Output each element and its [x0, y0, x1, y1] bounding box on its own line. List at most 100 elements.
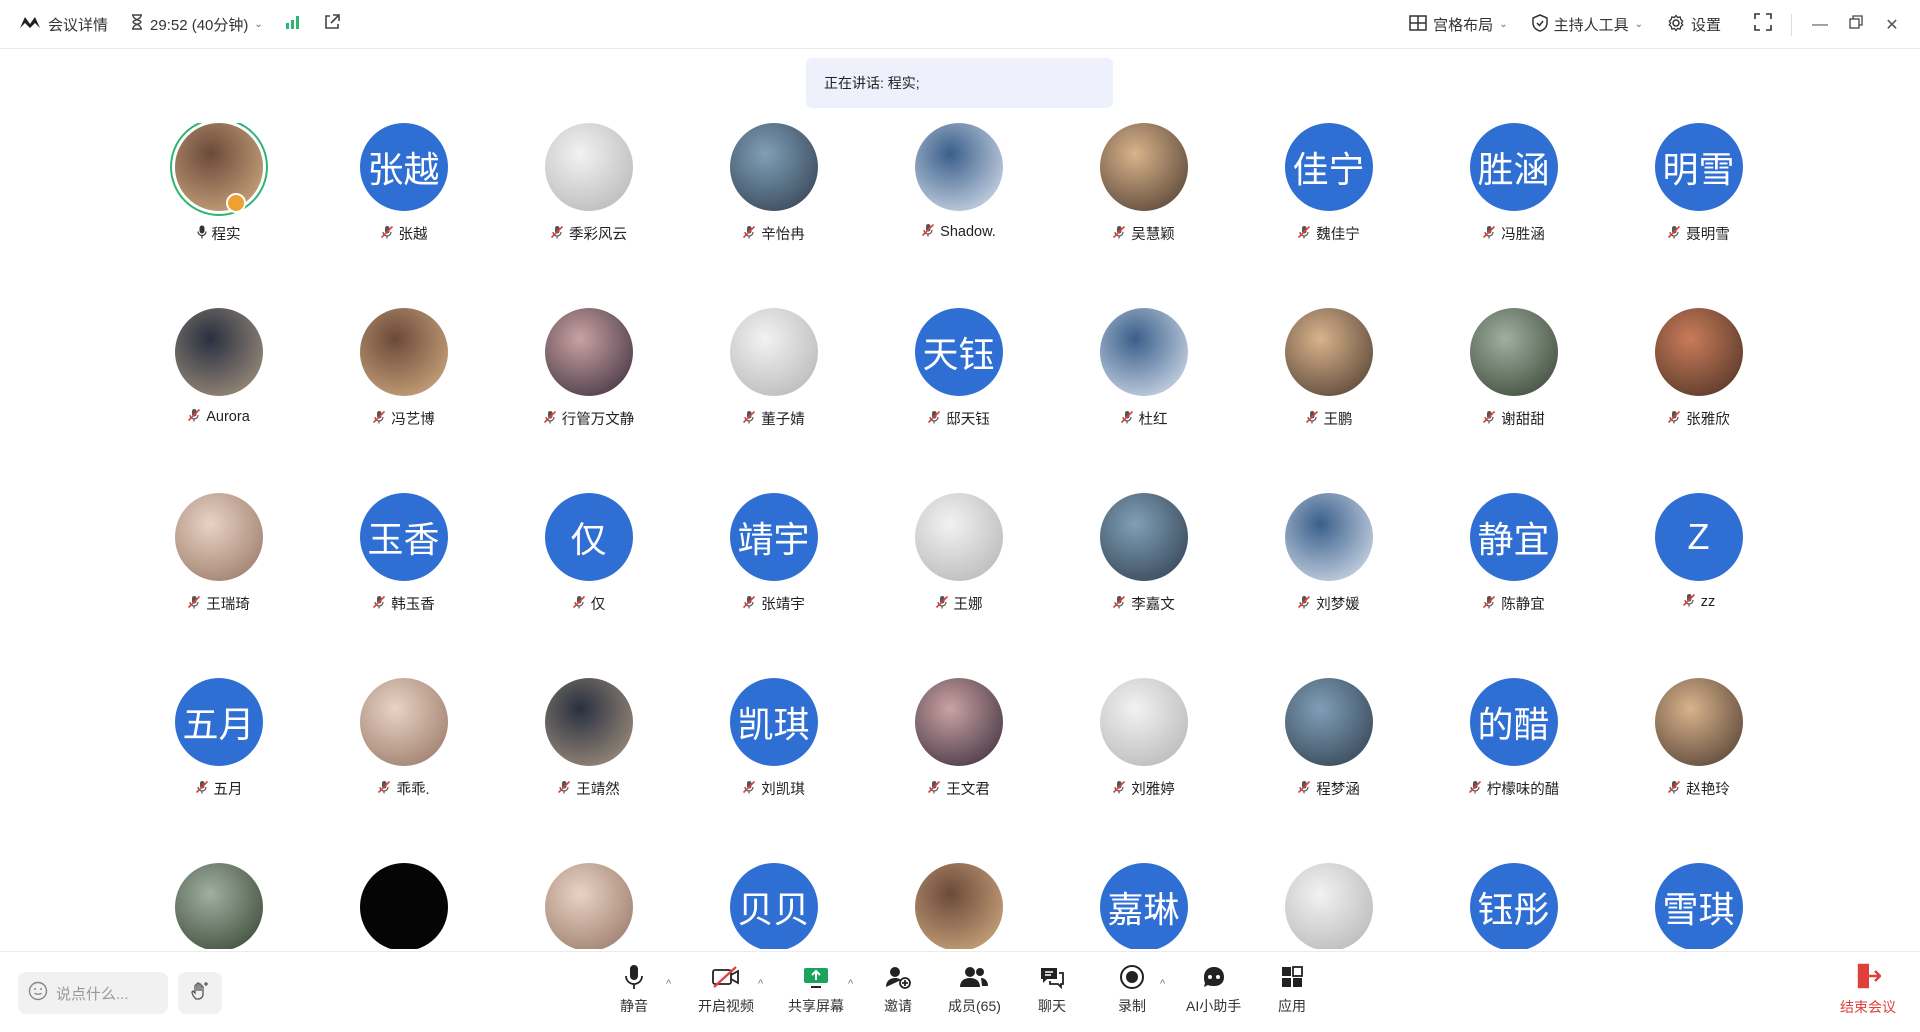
participant-tile[interactable]: 胜涵 冯胜涵 — [1421, 123, 1606, 273]
participant-tile[interactable]: 嘉琳 — [1051, 863, 1236, 949]
participant-tile[interactable]: 王娜 — [866, 493, 1051, 643]
microphone-muted-icon — [550, 225, 564, 243]
participant-tile[interactable]: 的醋 柠檬味的醋 — [1421, 678, 1606, 828]
participant-name-text: 韩玉香 — [391, 597, 435, 613]
close-button[interactable]: ✕ — [1874, 0, 1910, 49]
participant-tile[interactable]: 乖乖. — [311, 678, 496, 828]
participant-tile[interactable]: 季彩风云 — [496, 123, 681, 273]
participant-tile[interactable]: 程实 — [126, 123, 311, 273]
participant-tile[interactable]: 程梦涵 — [1236, 678, 1421, 828]
participant-tile[interactable] — [866, 863, 1051, 949]
participant-tile[interactable]: 贝贝 — [681, 863, 866, 949]
chat-button[interactable]: 聊天 — [1038, 962, 1066, 1016]
meeting-timer[interactable]: 29:52 (40分钟) ⌄ — [130, 14, 263, 35]
participant-tile[interactable] — [126, 863, 311, 949]
minimize-button[interactable]: — — [1802, 0, 1838, 49]
avatar-initials: 靖宇 — [737, 519, 810, 560]
participant-tile[interactable]: 行管万文静 — [496, 308, 681, 458]
microphone-muted-icon — [1667, 410, 1681, 428]
record-button[interactable]: 录制 — [1118, 962, 1146, 1016]
avatar-initials: 嘉琳 — [1107, 889, 1180, 930]
network-signal-button[interactable] — [285, 15, 301, 33]
grid-layout-icon — [1409, 14, 1427, 35]
share-screen-button[interactable]: 共享屏幕 — [788, 962, 844, 1016]
participant-tile[interactable]: 赵艳玲 — [1606, 678, 1791, 828]
avatar — [1284, 678, 1373, 766]
avatar — [1469, 308, 1558, 396]
microphone-muted-icon — [195, 780, 209, 798]
avatar — [544, 123, 633, 211]
meeting-details-button[interactable]: 会议详情 — [18, 14, 108, 35]
participant-name-text: 王靖然 — [576, 782, 620, 798]
participant-tile[interactable]: 辛怡冉 — [681, 123, 866, 273]
restore-button[interactable] — [1838, 0, 1874, 49]
start-video-button[interactable]: 开启视频 — [698, 962, 754, 1016]
participant-tile[interactable]: 天钰 邸天钰 — [866, 308, 1051, 458]
avatar-initials: 凯琪 — [737, 704, 810, 745]
participant-tile[interactable]: 王靖然 — [496, 678, 681, 828]
participant-tile[interactable]: 玉香 韩玉香 — [311, 493, 496, 643]
apps-button[interactable]: 应用 — [1278, 962, 1306, 1016]
add-user-icon — [884, 962, 912, 992]
participant-name: 刘凯琪 — [742, 778, 805, 799]
participant-tile[interactable]: Zzz — [1606, 493, 1791, 643]
participant-tile[interactable]: 张越 张越 — [311, 123, 496, 273]
participant-tile[interactable]: Aurora — [126, 308, 311, 458]
avatar: 胜涵 — [1469, 123, 1558, 211]
participant-tile[interactable]: 雪琪 — [1606, 863, 1791, 949]
participant-tile[interactable]: 佳宁 魏佳宁 — [1236, 123, 1421, 273]
members-button[interactable]: 成员(65) — [948, 962, 1001, 1016]
participant-tile[interactable]: 杜红 — [1051, 308, 1236, 458]
participant-tile[interactable]: 王瑞琦 — [126, 493, 311, 643]
mute-button[interactable]: 静音 — [620, 962, 648, 1016]
participant-tile[interactable]: 王鹏 — [1236, 308, 1421, 458]
participant-tile[interactable]: 张雅欣 — [1606, 308, 1791, 458]
fullscreen-button[interactable] — [1745, 0, 1781, 49]
participant-tile[interactable]: 凯琪 刘凯琪 — [681, 678, 866, 828]
invite-button[interactable]: 邀请 — [884, 962, 912, 1016]
participant-tile[interactable]: 刘梦媛 — [1236, 493, 1421, 643]
start-video-label: 开启视频 — [698, 998, 754, 1014]
top-bar-left: 会议详情 29:52 (40分钟) ⌄ — [0, 13, 363, 35]
participant-name-text: zz — [1700, 594, 1716, 610]
microphone-muted-icon — [1482, 410, 1496, 428]
participant-tile[interactable]: 董子婧 — [681, 308, 866, 458]
ai-assistant-button[interactable]: AI小助手 — [1186, 962, 1241, 1016]
participant-tile[interactable]: 静宜 陈静宜 — [1421, 493, 1606, 643]
record-options-chevron-icon[interactable]: ^ — [1160, 978, 1165, 990]
microphone-muted-icon — [742, 410, 756, 428]
participant-tile[interactable] — [496, 863, 681, 949]
video-options-chevron-icon[interactable]: ^ — [758, 978, 763, 990]
participant-tile[interactable]: 吴慧颖 — [1051, 123, 1236, 273]
participant-tile[interactable]: 明雪 聂明雪 — [1606, 123, 1791, 273]
avatar: 静宜 — [1469, 493, 1558, 581]
grid-layout-button[interactable]: 宫格布局 ⌄ — [1409, 14, 1508, 35]
participant-tile[interactable]: 钰彤 — [1421, 863, 1606, 949]
mute-options-chevron-icon[interactable]: ^ — [666, 978, 671, 990]
settings-button[interactable]: 设置 — [1667, 13, 1721, 36]
participant-name-text: 柠檬味的醋 — [1486, 782, 1560, 798]
end-meeting-button[interactable]: 结束会议 — [1840, 962, 1896, 1017]
avatar-initials: Z — [1687, 516, 1710, 557]
participant-tile[interactable]: Shadow. — [866, 123, 1051, 273]
participant-tile[interactable] — [311, 863, 496, 949]
participant-tile[interactable]: 谢甜甜 — [1421, 308, 1606, 458]
participant-tile[interactable]: 仅仅 — [496, 493, 681, 643]
participant-name: 柠檬味的醋 — [1468, 778, 1560, 799]
participant-tile[interactable]: 刘雅婷 — [1051, 678, 1236, 828]
mute-label: 静音 — [620, 998, 648, 1014]
share-options-chevron-icon[interactable]: ^ — [848, 978, 853, 990]
participant-name-text: 杜红 — [1138, 412, 1168, 428]
participant-tile[interactable] — [1236, 863, 1421, 949]
participant-tile[interactable]: 靖宇 张靖宇 — [681, 493, 866, 643]
participant-tile[interactable]: 王文君 — [866, 678, 1051, 828]
participant-tile[interactable]: 五月 五月 — [126, 678, 311, 828]
participant-tile[interactable]: 李嘉文 — [1051, 493, 1236, 643]
host-tools-button[interactable]: 主持人工具 ⌄ — [1531, 13, 1643, 36]
participant-name-text: Aurora — [206, 409, 250, 425]
microphone-muted-icon — [372, 410, 386, 428]
share-link-button[interactable] — [323, 13, 341, 35]
participant-tile[interactable]: 冯艺博 — [311, 308, 496, 458]
minimize-icon: — — [1812, 15, 1828, 33]
participant-name: 吴慧颖 — [1112, 223, 1175, 244]
